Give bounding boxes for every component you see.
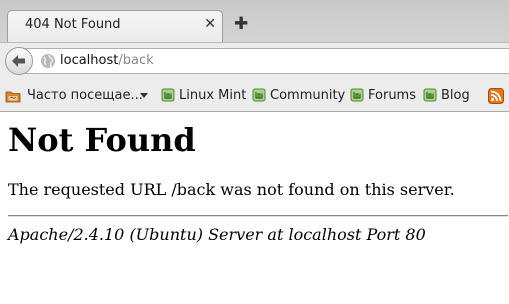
rss-icon (488, 88, 504, 104)
bookmark-label: Forums (368, 88, 416, 103)
page-title: Not Found (8, 121, 196, 159)
mint-icon (423, 88, 437, 102)
globe-icon (41, 54, 55, 68)
error-message: The requested URL /back was not found on… (8, 180, 455, 199)
mint-icon (350, 88, 364, 102)
url-text[interactable]: localhost/back (60, 53, 154, 69)
divider (8, 215, 508, 217)
mint-icon (161, 88, 175, 102)
bookmark-label: Blog (441, 88, 470, 103)
url-path: /back (118, 53, 154, 68)
close-icon[interactable]: ✕ (204, 16, 216, 32)
bookmark-linux-mint[interactable]: Linux Mint (161, 87, 246, 105)
bookmark-label: Linux Mint (179, 88, 247, 103)
tab-strip: 404 Not Found ✕ ✚ (0, 0, 509, 42)
bookmark-blog[interactable]: Blog (423, 87, 473, 105)
tab-title: 404 Not Found (25, 17, 121, 32)
back-arrow-icon (12, 55, 25, 67)
bookmark-label: Community (270, 88, 346, 103)
bookmark-community[interactable]: Community (252, 87, 346, 105)
bookmark-label: Часто посещае... (27, 88, 143, 103)
server-signature: Apache/2.4.10 (Ubuntu) Server at localho… (8, 225, 426, 244)
folder-icon (5, 91, 21, 103)
bookmarks-toolbar: Часто посещае... Linux Mint Community Fo… (0, 79, 509, 112)
bookmark-forums[interactable]: Forums (350, 87, 418, 105)
new-tab-icon[interactable]: ✚ (234, 15, 248, 33)
mint-icon (252, 88, 266, 102)
bookmark-rss[interactable] (488, 87, 508, 105)
back-button[interactable] (5, 47, 33, 75)
navigation-bar: localhost/back (0, 42, 509, 79)
url-host: localhost (60, 53, 119, 68)
chevron-down-icon (140, 93, 148, 98)
tab-404[interactable]: 404 Not Found ✕ (7, 10, 223, 42)
bookmark-most-visited[interactable]: Часто посещае... (5, 87, 150, 105)
